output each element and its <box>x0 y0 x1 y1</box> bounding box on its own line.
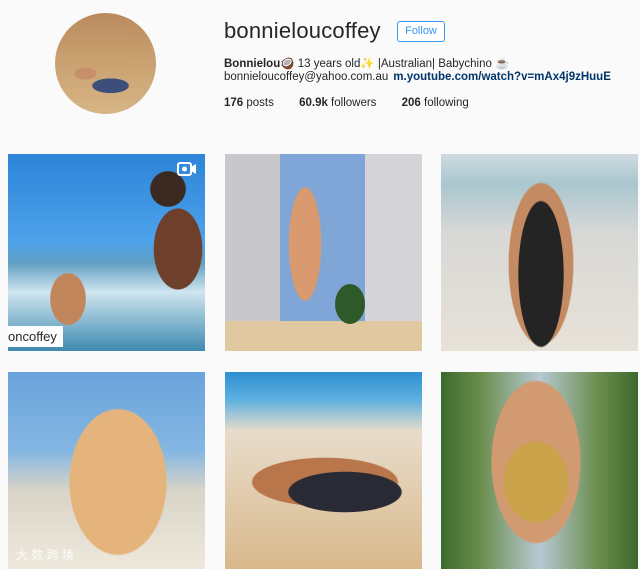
post-tile-2[interactable] <box>225 154 422 351</box>
bio-contact: bonnieloucoffey@yahoo.com.au m.youtube.co… <box>224 71 611 83</box>
stat-followers[interactable]: 60.9k followers <box>299 97 376 109</box>
bio-name: Bonnielou <box>224 58 281 70</box>
tile-palm <box>335 284 365 324</box>
post-tile-3[interactable] <box>441 154 638 351</box>
watermark-text: 大 数 跨 境 <box>16 548 75 562</box>
bio-link[interactable]: m.youtube.com/watch?v=mAx4j9zHuuE <box>393 71 611 83</box>
tile-name-badge: oncoffey <box>8 326 63 347</box>
video-icon <box>177 162 196 176</box>
profile-stats: 176 posts 60.9k followers 206 following <box>224 97 491 109</box>
post-tile-5[interactable] <box>225 372 422 569</box>
bio-line: Bonnielou🥥 13 years old✨ |Australian| Ba… <box>224 56 509 70</box>
follow-button[interactable]: Follow <box>397 21 445 42</box>
tile-sand <box>225 321 422 351</box>
bio-email: bonnieloucoffey@yahoo.com.au <box>224 71 389 83</box>
profile-avatar[interactable] <box>55 13 156 114</box>
profile-username: bonnieloucoffey <box>224 18 381 43</box>
stat-posts: 176 posts <box>224 97 274 109</box>
bio-text: 🥥 13 years old✨ |Australian| Babychino ☕ <box>280 58 510 70</box>
stat-following[interactable]: 206 following <box>402 97 469 109</box>
post-tile-6[interactable] <box>441 372 638 569</box>
post-tile-1[interactable]: oncoffey <box>8 154 205 351</box>
post-tile-4[interactable]: 大 数 跨 境 <box>8 372 205 569</box>
